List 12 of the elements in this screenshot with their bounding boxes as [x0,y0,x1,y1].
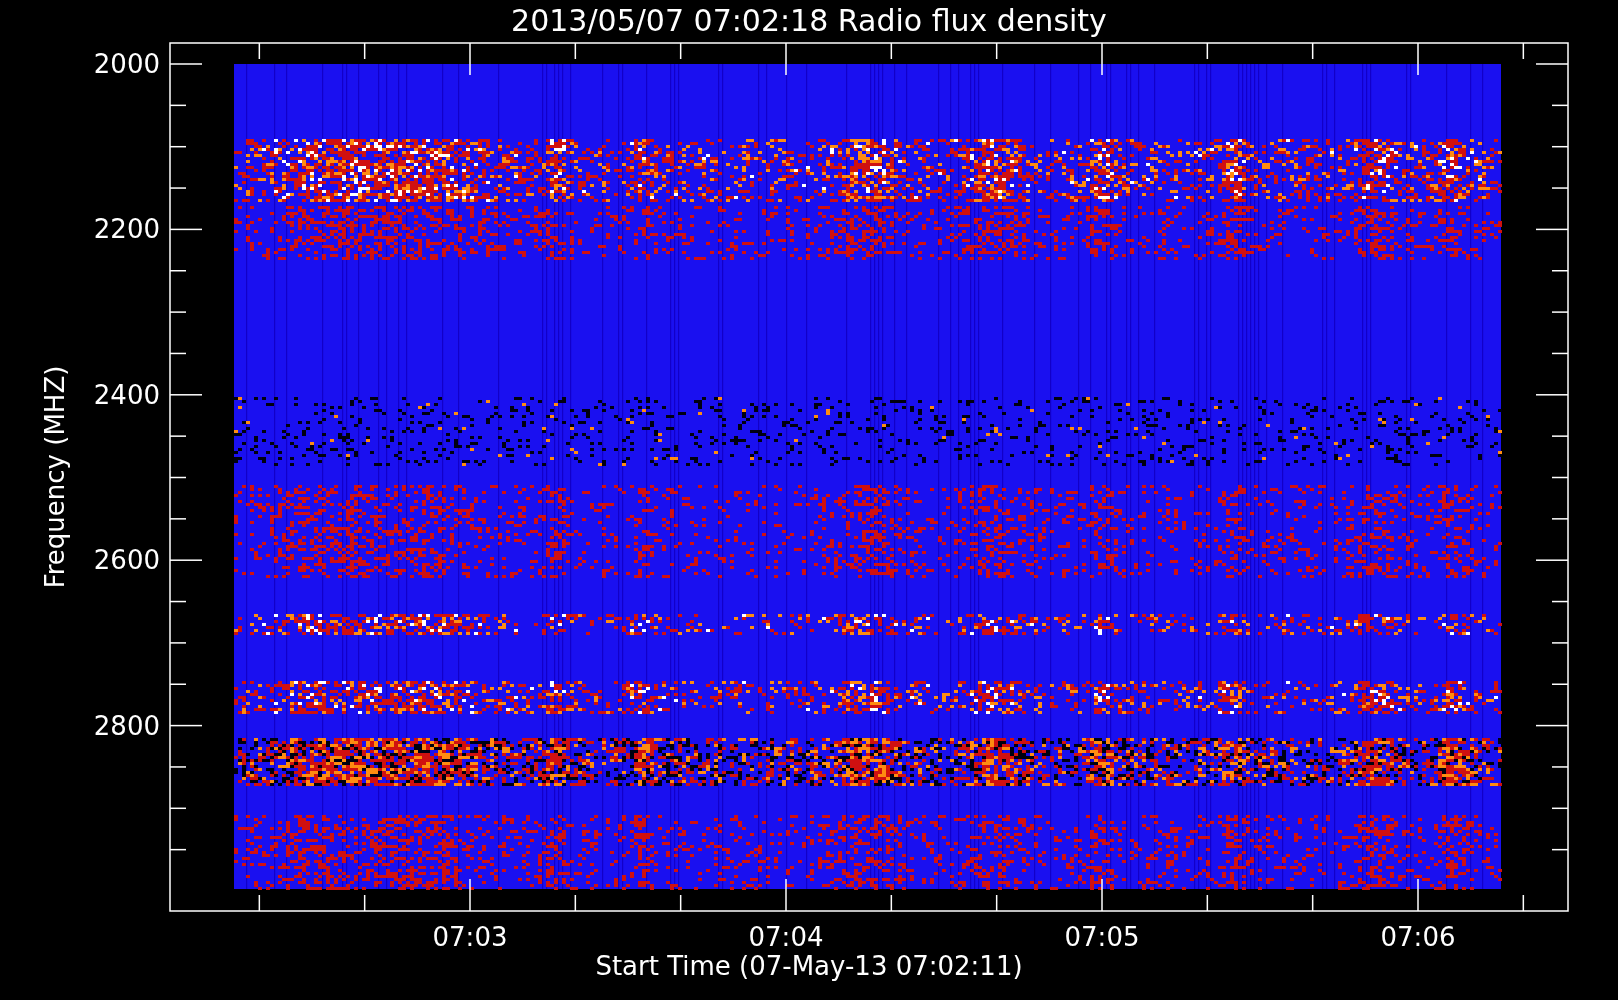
y-tick-label: 2600 [93,545,160,576]
chart-title: 2013/05/07 07:02:18 Radio flux density [511,3,1107,38]
x-tick-label: 07:04 [748,922,824,952]
x-tick-label: 07:05 [1064,922,1140,952]
x-axis-label: Start Time (07-May-13 07:02:11) [595,951,1023,981]
y-tick-label: 2800 [93,710,160,741]
x-tick-label: 07:06 [1380,922,1456,952]
y-tick-label: 2400 [93,379,160,410]
y-tick-label: 2000 [93,49,160,79]
y-tick-label: 2200 [93,214,160,245]
y-axis-label: Frequency (MHZ) [40,365,70,589]
x-tick-label: 07:03 [432,922,508,952]
